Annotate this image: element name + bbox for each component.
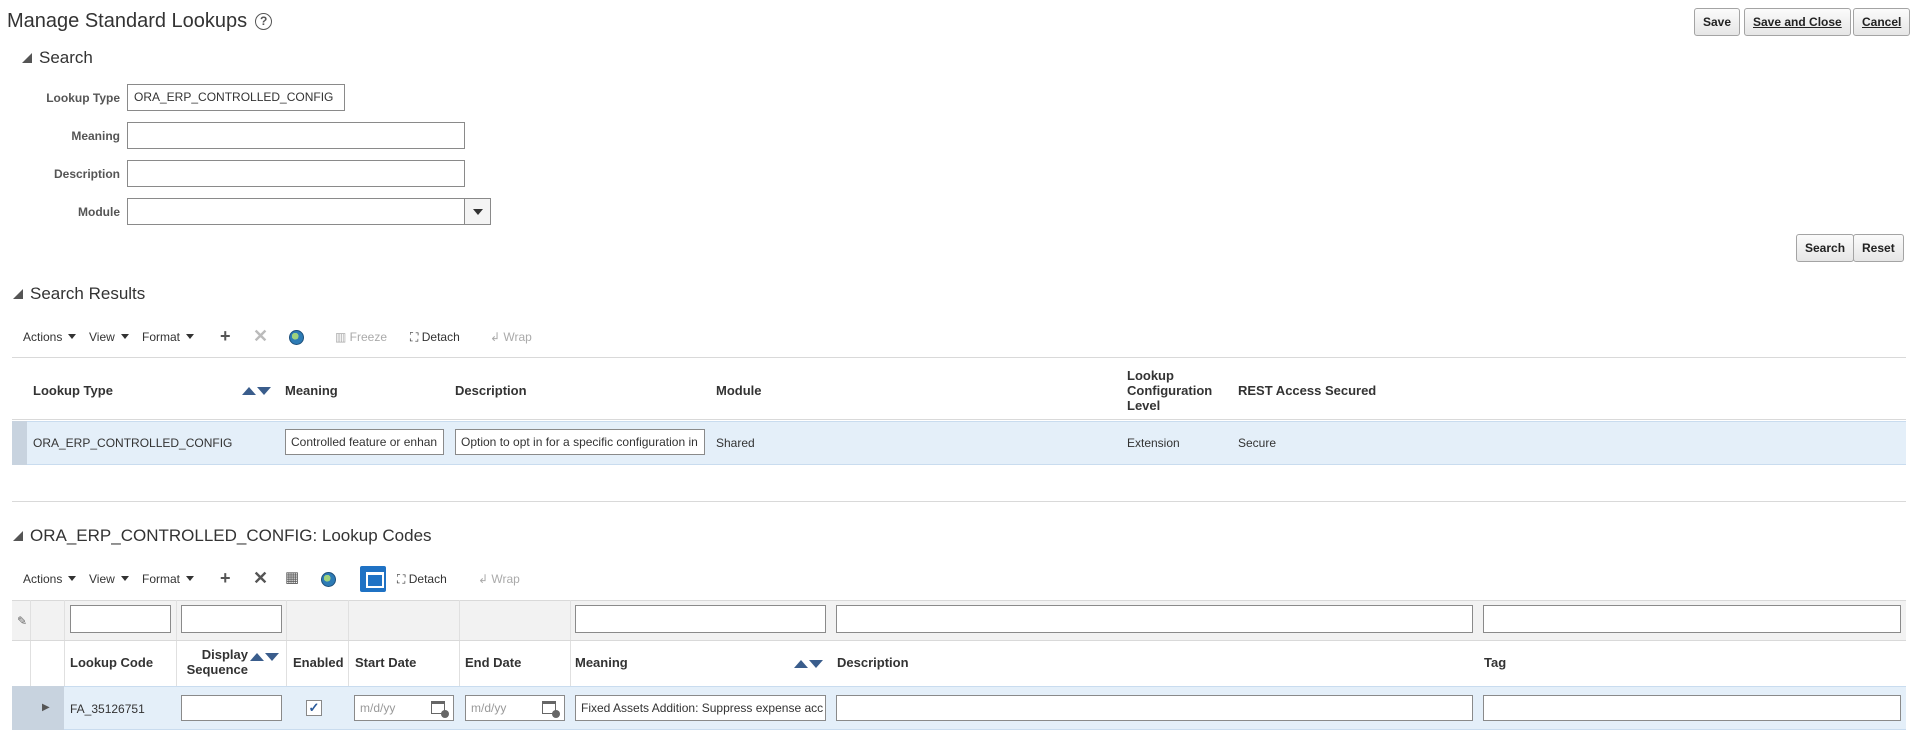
col-description[interactable]: Description — [837, 655, 909, 670]
globe-icon[interactable] — [289, 330, 304, 345]
detach-icon: ⛶ — [410, 330, 422, 344]
cancel-button[interactable]: Cancel — [1853, 8, 1911, 36]
calendar-icon[interactable] — [542, 701, 560, 718]
meaning-label: Meaning — [71, 129, 120, 143]
clear-filter-icon[interactable]: ✎ — [17, 613, 27, 629]
col-end-date[interactable]: End Date — [465, 655, 521, 670]
help-icon[interactable]: ? — [255, 13, 273, 30]
row-selector[interactable] — [12, 421, 27, 465]
col-meaning[interactable]: Meaning — [575, 655, 628, 670]
codes-detach-button[interactable]: ⛶ Detach — [397, 572, 447, 587]
filter-tag[interactable] — [1483, 605, 1901, 633]
row-module: Shared — [716, 436, 755, 450]
col-lookup-type[interactable]: Lookup Type — [33, 383, 113, 398]
col-rest-access[interactable]: REST Access Secured — [1238, 383, 1376, 398]
description-input[interactable] — [127, 160, 465, 187]
module-label: Module — [78, 205, 120, 219]
col-tag[interactable]: Tag — [1484, 655, 1506, 670]
actions-menu[interactable]: Actions — [23, 330, 77, 344]
row-lookup-type: ORA_ERP_CONTROLLED_CONFIG — [33, 436, 233, 450]
row-meaning-input[interactable]: Controlled feature or enhan — [285, 429, 444, 455]
save-button[interactable]: Save — [1694, 8, 1741, 36]
module-select[interactable] — [127, 198, 465, 225]
description-label: Description — [53, 167, 120, 181]
lookup-type-input[interactable]: ORA_ERP_CONTROLLED_CONFIG — [127, 84, 345, 111]
col-enabled[interactable]: Enabled — [293, 655, 344, 670]
chevron-down-icon — [473, 209, 483, 215]
row-description-input[interactable] — [836, 695, 1473, 721]
freeze-button[interactable]: ▥ Freeze — [335, 330, 387, 344]
calendar-icon[interactable] — [431, 701, 449, 718]
sort-arrows-icon[interactable] — [794, 657, 823, 671]
col-display-sequence[interactable]: Display Sequence — [186, 647, 248, 677]
view-menu[interactable]: View — [89, 330, 129, 344]
format-menu[interactable]: Format — [142, 330, 195, 344]
row-rest-access: Secure — [1238, 436, 1277, 450]
lookup-type-label: Lookup Type — [46, 91, 120, 105]
codes-actions-menu[interactable]: Actions — [23, 572, 77, 586]
page-title: Manage Standard Lookups? — [7, 10, 273, 33]
codes-view-menu[interactable]: View — [89, 572, 129, 586]
col-description[interactable]: Description — [455, 383, 527, 398]
plus-icon[interactable]: + — [220, 327, 231, 345]
wrap-icon: ↲ — [478, 572, 492, 586]
row-tag-input[interactable] — [1483, 695, 1901, 721]
sort-arrows-icon[interactable] — [250, 650, 279, 664]
save-and-close-button[interactable]: Save and Close — [1744, 8, 1851, 36]
row-lookup-code: FA_35126751 — [70, 702, 145, 716]
filter-meaning[interactable] — [575, 605, 826, 633]
col-module[interactable]: Module — [716, 383, 762, 398]
row-meaning-input[interactable]: Fixed Assets Addition: Suppress expense … — [575, 695, 826, 721]
expand-row-icon[interactable]: ▶ — [42, 700, 50, 716]
search-results-header[interactable]: Search Results — [13, 284, 145, 304]
detach-button[interactable]: ⛶ Detach — [410, 330, 460, 345]
codes-format-menu[interactable]: Format — [142, 572, 195, 586]
reset-button[interactable]: Reset — [1853, 234, 1904, 262]
wrap-icon: ↲ — [490, 330, 504, 344]
module-dropdown-button[interactable] — [464, 198, 491, 225]
filter-toggle-icon[interactable] — [360, 566, 386, 592]
x-icon[interactable]: ✕ — [253, 327, 268, 345]
collapse-triangle-icon[interactable] — [13, 289, 23, 299]
codes-wrap-button[interactable]: ↲ Wrap — [478, 572, 520, 586]
globe-icon[interactable] — [321, 572, 336, 587]
col-meaning[interactable]: Meaning — [285, 383, 338, 398]
search-section-header[interactable]: Search — [22, 48, 93, 68]
freeze-icon: ▥ — [335, 330, 350, 344]
meaning-input[interactable] — [127, 122, 465, 149]
x-icon[interactable]: ✕ — [253, 569, 268, 587]
search-button[interactable]: Search — [1796, 234, 1855, 262]
col-config-level[interactable]: Lookup Configuration Level — [1127, 368, 1212, 413]
collapse-triangle-icon[interactable] — [13, 531, 23, 541]
row-description-input[interactable]: Option to opt in for a specific configur… — [455, 429, 705, 455]
collapse-triangle-icon[interactable] — [22, 53, 32, 63]
row-selector[interactable] — [12, 686, 64, 730]
col-start-date[interactable]: Start Date — [355, 655, 416, 670]
wrap-button[interactable]: ↲ Wrap — [490, 330, 532, 344]
query-by-example-icon[interactable]: ▦ — [285, 570, 299, 586]
filter-display-sequence[interactable] — [181, 605, 282, 633]
row-enabled-checkbox[interactable]: ✓ — [306, 700, 322, 716]
filter-lookup-code[interactable] — [70, 605, 171, 633]
row-display-sequence-input[interactable] — [181, 695, 282, 721]
row-config-level: Extension — [1127, 436, 1180, 450]
plus-icon[interactable]: + — [220, 569, 231, 587]
detach-icon: ⛶ — [397, 572, 409, 586]
filter-description[interactable] — [836, 605, 1473, 633]
sort-arrows-icon[interactable] — [242, 384, 271, 398]
lookup-codes-header[interactable]: ORA_ERP_CONTROLLED_CONFIG: Lookup Codes — [13, 526, 432, 546]
col-lookup-code[interactable]: Lookup Code — [70, 655, 153, 670]
